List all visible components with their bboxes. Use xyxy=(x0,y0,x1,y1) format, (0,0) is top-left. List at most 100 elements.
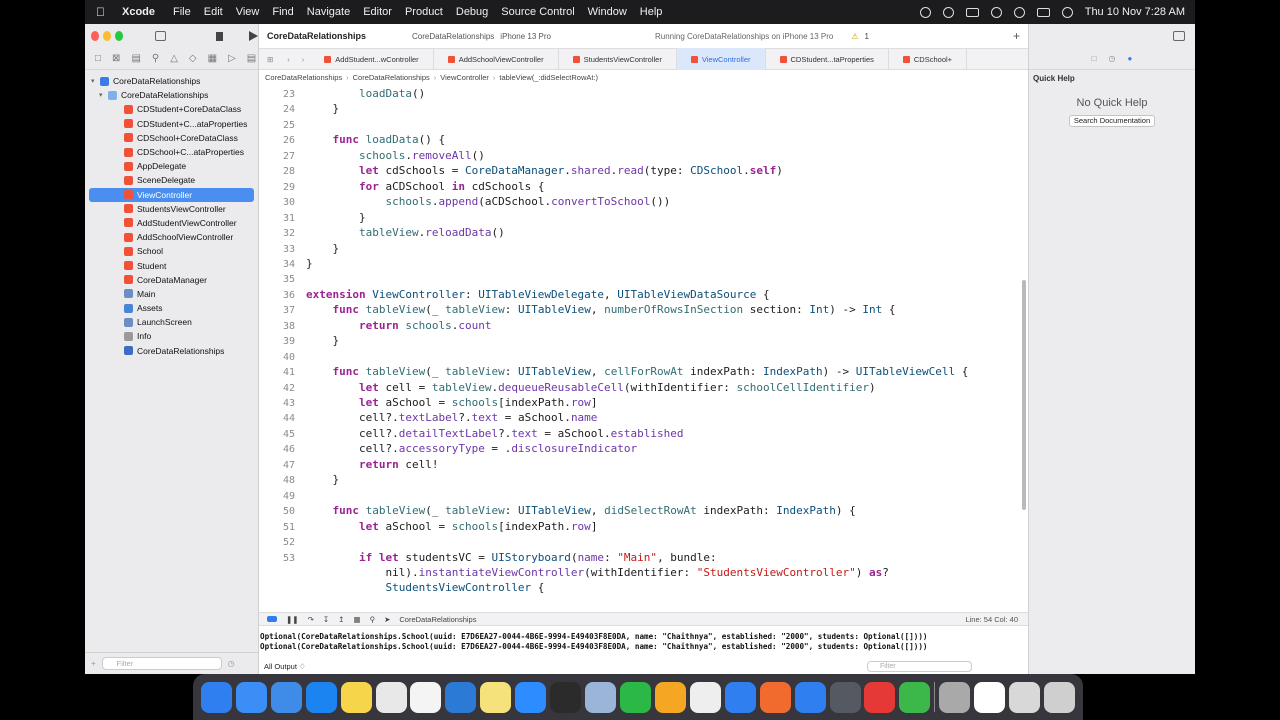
minimize-window-button[interactable] xyxy=(103,31,112,41)
output-selector[interactable]: All Output ♢ xyxy=(264,662,306,671)
code-line[interactable]: 25 xyxy=(259,117,306,132)
slack-icon[interactable] xyxy=(375,681,407,713)
code-line[interactable]: 28 let cdSchools = CoreDataManager.share… xyxy=(259,163,783,178)
back-icon[interactable]: ‹ xyxy=(281,55,296,64)
menu-editor[interactable]: Editor xyxy=(363,6,392,18)
numbers-icon[interactable] xyxy=(899,681,931,713)
folder-nav-icon[interactable]: □ xyxy=(95,53,101,64)
navigator-item[interactable]: CDSchool+C...ataProperties xyxy=(85,145,258,159)
file-inspector-icon[interactable]: □ xyxy=(1092,54,1097,63)
navigator-item[interactable]: CDStudent+CoreDataClass xyxy=(85,102,258,116)
navigator-item[interactable]: LaunchScreen xyxy=(85,315,258,329)
printer-icon[interactable] xyxy=(939,681,971,713)
warning-count[interactable]: 1 xyxy=(865,32,869,41)
terminal-icon[interactable] xyxy=(550,681,582,713)
code-line[interactable]: 53 if let studentsVC = UIStoryboard(name… xyxy=(259,550,717,565)
navigator-filter-input[interactable]: Filter xyxy=(101,657,222,670)
blank-doc-icon[interactable] xyxy=(974,681,1006,713)
navigator-item[interactable]: Student xyxy=(85,258,258,272)
navigator-item[interactable]: CoreDataManager xyxy=(85,273,258,287)
zoom-icon[interactable] xyxy=(515,681,547,713)
code-line[interactable]: 30 schools.append(aCDSchool.convertToSch… xyxy=(259,194,670,209)
menu-source-control[interactable]: Source Control xyxy=(501,6,574,18)
menu-navigate[interactable]: Navigate xyxy=(307,6,350,18)
menu-help[interactable]: Help xyxy=(640,6,663,18)
debug-target[interactable]: CoreDataRelationships xyxy=(399,615,476,624)
stickies-icon[interactable] xyxy=(480,681,512,713)
code-line[interactable]: 52 xyxy=(259,534,306,549)
code-line[interactable]: 38 return schools.count xyxy=(259,318,492,333)
breadcrumb-file[interactable]: ViewController xyxy=(440,73,489,82)
location-icon[interactable]: ➤ xyxy=(384,615,390,624)
code-line[interactable]: 36 extension ViewController: UITableViewD… xyxy=(259,287,770,302)
symbol-nav-icon[interactable]: ▤ xyxy=(131,53,140,64)
textedit-icon[interactable] xyxy=(689,681,721,713)
report-nav-icon[interactable]: ▤ xyxy=(247,53,256,64)
menu-file[interactable]: File xyxy=(173,6,191,18)
code-line[interactable]: 40 xyxy=(259,349,306,364)
code-line[interactable]: 42 let cell = tableView.dequeueReusableC… xyxy=(259,380,876,395)
code-line[interactable]: nil).instantiateViewController(withIdent… xyxy=(259,565,888,580)
history-inspector-icon[interactable]: ◷ xyxy=(1109,54,1116,63)
breakpoint-nav-icon[interactable]: ▷ xyxy=(228,53,236,64)
step-over-icon[interactable]: ↷ xyxy=(308,615,314,624)
console-output[interactable]: Optional(CoreDataRelationships.School(uu… xyxy=(259,626,1028,658)
code-line[interactable]: 27 schools.removeAll() xyxy=(259,148,485,163)
navigator-item[interactable]: Info xyxy=(85,329,258,343)
screen-recorder-icon[interactable] xyxy=(829,681,861,713)
navigator-item[interactable]: SceneDelegate xyxy=(85,173,258,187)
files-icon[interactable] xyxy=(1009,681,1041,713)
code-line[interactable]: 48 } xyxy=(259,472,339,487)
navigator-item[interactable]: AddStudentViewController xyxy=(85,216,258,230)
find-nav-icon[interactable]: ⚲ xyxy=(152,53,159,64)
inspector-toggle-icon[interactable] xyxy=(1173,31,1185,41)
preview-icon[interactable] xyxy=(585,681,617,713)
finder-icon[interactable] xyxy=(200,681,232,713)
control-center-icon[interactable] xyxy=(1036,7,1050,17)
memory-graph-icon[interactable]: ⚲ xyxy=(370,615,376,624)
battery-icon[interactable] xyxy=(965,7,979,17)
editor-tab[interactable]: CDSchool+ xyxy=(889,48,968,70)
xcode-icon[interactable] xyxy=(270,681,302,713)
step-out-icon[interactable]: ↥ xyxy=(338,615,344,624)
breadcrumb-project[interactable]: CoreDataRelationships xyxy=(265,73,342,82)
navigator-item[interactable]: ▾ CoreDataRelationships xyxy=(85,88,258,102)
code-line[interactable]: 45 cell?.detailTextLabel?.text = aSchool… xyxy=(259,426,684,441)
code-line[interactable]: 41 func tableView(_ tableView: UITableVi… xyxy=(259,364,968,379)
code-line[interactable]: 26 func loadData() { xyxy=(259,132,445,147)
editor-tab[interactable]: CDStudent...taProperties xyxy=(766,48,889,70)
app-store-icon[interactable] xyxy=(305,681,337,713)
run-button[interactable] xyxy=(248,31,258,41)
add-icon[interactable]: + xyxy=(91,659,96,668)
code-line[interactable]: 51 let aSchool = schools[indexPath.row] xyxy=(259,519,597,534)
test-nav-icon[interactable]: ◇ xyxy=(189,53,197,64)
disclosure-chevron-icon[interactable]: ▾ xyxy=(91,77,100,85)
notes-icon[interactable] xyxy=(340,681,372,713)
clock[interactable]: Thu 10 Nov 7:28 AM xyxy=(1085,6,1185,18)
navigator-item[interactable]: CDStudent+C...ataProperties xyxy=(85,117,258,131)
navigator-item[interactable]: AppDelegate xyxy=(85,159,258,173)
menu-view[interactable]: View xyxy=(236,6,260,18)
code-line[interactable]: 34} xyxy=(259,256,313,271)
record-icon[interactable] xyxy=(919,6,931,18)
navigator-item[interactable]: ViewController xyxy=(89,187,254,202)
view-hierarchy-icon[interactable]: ▦ xyxy=(353,615,360,624)
keynote-icon[interactable] xyxy=(724,681,756,713)
code-line[interactable]: 33 } xyxy=(259,241,339,256)
swift-playgrounds-icon[interactable] xyxy=(759,681,791,713)
zoom-window-button[interactable] xyxy=(115,31,124,41)
app-menu[interactable]: Xcode xyxy=(122,6,155,18)
source-control-nav-icon[interactable]: ⊠ xyxy=(112,53,120,64)
navigator-item[interactable]: Assets xyxy=(85,301,258,315)
breadcrumb-group[interactable]: CoreDataRelationships xyxy=(353,73,430,82)
editor-tab[interactable]: ViewController xyxy=(676,48,766,70)
navigator-item[interactable]: CDSchool+CoreDataClass xyxy=(85,131,258,145)
play-icon[interactable] xyxy=(942,6,954,18)
breadcrumb-method[interactable]: tableView(_:didSelectRowAt:) xyxy=(499,73,598,82)
anydesk-icon[interactable] xyxy=(864,681,896,713)
wifi-icon[interactable] xyxy=(990,6,1002,18)
navigator-item[interactable]: StudentsViewController xyxy=(85,202,258,216)
menu-product[interactable]: Product xyxy=(405,6,443,18)
add-tab-icon[interactable]: + xyxy=(1013,29,1020,43)
navigator-item[interactable]: CoreDataRelationships xyxy=(85,344,258,358)
